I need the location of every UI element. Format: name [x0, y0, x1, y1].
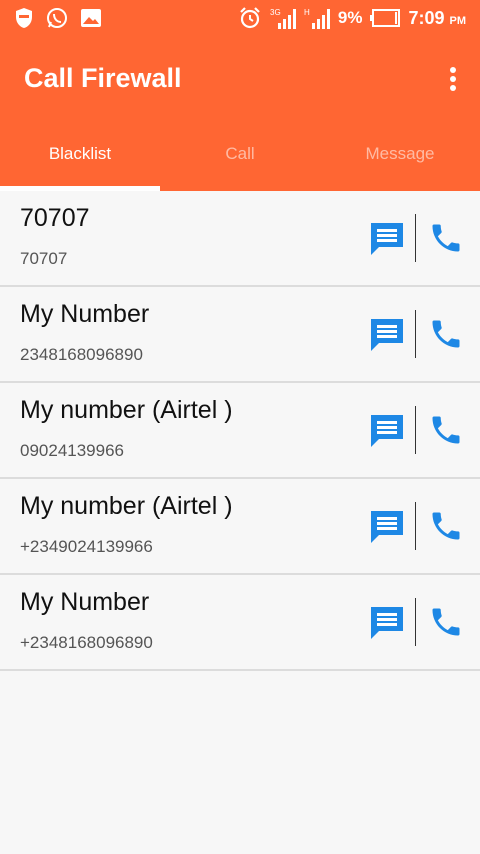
phone-icon[interactable] — [428, 316, 464, 352]
status-left — [14, 7, 102, 29]
contact-name: My number (Airtel ) — [20, 491, 233, 520]
app-bar: Call Firewall — [0, 36, 480, 122]
network-h-label: H — [304, 8, 310, 17]
list-item-text: My Number 2348168096890 — [20, 300, 149, 365]
status-bar: 3G H 9% 7:09 PM — [0, 0, 480, 36]
row-actions — [369, 406, 464, 454]
alarm-icon — [238, 6, 262, 30]
tab-message[interactable]: Message — [320, 122, 480, 191]
status-right: 3G H 9% 7:09 PM — [238, 6, 466, 30]
row-actions — [369, 502, 464, 550]
battery-icon — [370, 9, 401, 27]
more-vert-icon[interactable] — [440, 59, 466, 99]
contact-name: My Number — [20, 587, 150, 616]
list-item-text: My Number +2348168096890 — [20, 588, 153, 653]
phone-icon[interactable] — [428, 508, 464, 544]
list-item[interactable]: 70707 70707 — [0, 191, 480, 287]
phone-icon[interactable] — [428, 412, 464, 448]
clock: 7:09 PM — [408, 8, 466, 29]
clock-ampm: PM — [449, 14, 467, 27]
tab-call[interactable]: Call — [160, 122, 320, 191]
list-item[interactable]: My number (Airtel ) +2349024139966 — [0, 479, 480, 575]
app-title: Call Firewall — [24, 62, 182, 93]
contact-name: 70707 — [20, 203, 90, 232]
shield-icon — [14, 7, 34, 29]
list-item[interactable]: My Number 2348168096890 — [0, 287, 480, 383]
whatsapp-icon — [46, 7, 68, 29]
list-item[interactable]: My Number +2348168096890 — [0, 575, 480, 671]
contact-name: My number (Airtel ) — [20, 395, 233, 424]
phone-icon[interactable] — [428, 220, 464, 256]
contact-number: +2349024139966 — [20, 536, 153, 556]
clock-time: 7:09 — [408, 7, 445, 28]
battery-percent: 9% — [337, 8, 363, 27]
message-icon[interactable] — [369, 509, 405, 543]
divider — [415, 502, 416, 550]
row-actions — [369, 310, 464, 358]
network-3g-label: 3G — [270, 8, 281, 17]
blacklist-list: 70707 70707 My Number 2348168096890 My n… — [0, 191, 480, 671]
contact-number: 09024139966 — [20, 440, 125, 460]
list-item-text: My number (Airtel ) 09024139966 — [20, 396, 233, 461]
message-icon[interactable] — [369, 221, 405, 255]
message-icon[interactable] — [369, 317, 405, 351]
divider — [415, 598, 416, 646]
message-icon[interactable] — [369, 605, 405, 639]
contact-number: 2348168096890 — [20, 344, 143, 364]
tab-bar: Blacklist Call Message — [0, 122, 480, 191]
list-item-text: My number (Airtel ) +2349024139966 — [20, 492, 233, 557]
row-actions — [369, 598, 464, 646]
phone-icon[interactable] — [428, 604, 464, 640]
tab-blacklist[interactable]: Blacklist — [0, 122, 160, 191]
contact-number: +2348168096890 — [20, 632, 153, 652]
image-icon — [80, 8, 102, 28]
divider — [415, 406, 416, 454]
list-item[interactable]: My number (Airtel ) 09024139966 — [0, 383, 480, 479]
list-item-text: 70707 70707 — [20, 204, 90, 269]
contact-number: 70707 — [20, 248, 68, 268]
contact-name: My Number — [20, 299, 150, 328]
signal-3g-icon: 3G — [270, 7, 296, 29]
signal-h-icon: H — [304, 7, 330, 29]
divider — [415, 214, 416, 262]
divider — [415, 310, 416, 358]
message-icon[interactable] — [369, 413, 405, 447]
row-actions — [369, 214, 464, 262]
